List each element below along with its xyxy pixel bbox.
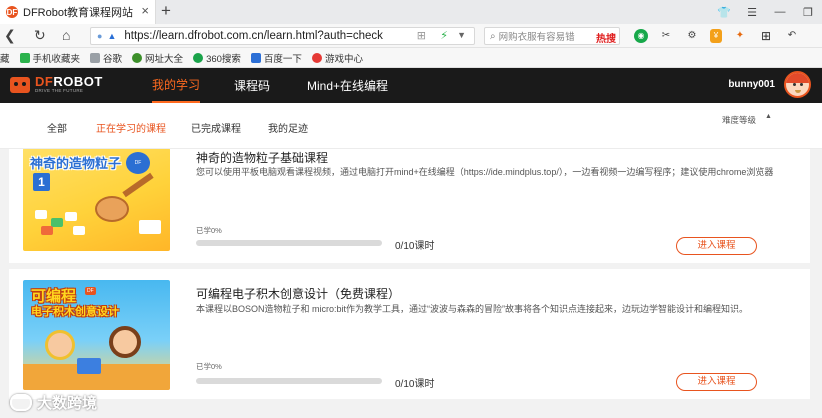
tab-all[interactable]: 全部 — [47, 120, 67, 135]
extension-icons: ◉ ✂ ⚙ ¥ ✦ ⊞ ↶ — [634, 27, 810, 45]
progress-bar — [196, 240, 382, 246]
sort-difficulty[interactable]: 难度等级 — [722, 114, 756, 126]
360-icon — [193, 52, 204, 63]
search-input[interactable]: 网购衣服有容易错 — [499, 29, 575, 43]
globe-icon — [132, 52, 143, 63]
logo-wordmark: DFROBOT — [35, 74, 103, 89]
watermark-logo-icon — [10, 394, 32, 411]
guitar-illustration-icon — [95, 196, 129, 222]
url-text[interactable]: https://learn.dfrobot.com.cn/learn.html?… — [124, 30, 383, 42]
nav-my-learning[interactable]: 我的学习 — [152, 68, 201, 103]
course-filter-bar: 全部 正在学习的课程 已完成课程 我的足迹 难度等级 ▲ — [0, 103, 822, 149]
lesson-count: 0/10课时 — [395, 241, 435, 252]
refresh-icon[interactable]: ↻ — [34, 27, 46, 44]
window-controls: 👕 ☰ — ❐ — [710, 0, 822, 24]
thumbnail-badge-icon: DF — [126, 152, 150, 174]
browser-toolbar: ❮ ↻ ⌂ ● ▲ https://learn.dfrobot.com.cn/l… — [0, 24, 822, 48]
nav-mindplus-online[interactable]: Mind+在线编程 — [307, 68, 388, 103]
username[interactable]: bunny001 — [728, 79, 775, 90]
thumbnail-title: 神奇的造物粒子 — [30, 156, 122, 171]
enter-course-button[interactable]: 进入课程 — [676, 237, 757, 255]
watermark-text: 大数跨境 — [37, 395, 98, 412]
course-description: 您可以使用平板电脑观看课程视频，通过电脑打开mind+在线编程（https://… — [196, 167, 774, 177]
kid-illustration-icon — [45, 330, 75, 360]
course-title[interactable]: 可编程电子积木创意设计（免费课程） — [196, 285, 400, 302]
blocks-illustration-icon — [35, 210, 90, 238]
bookmark-item[interactable]: 游戏中心 — [311, 51, 363, 65]
course-list: 神奇的造物粒子 1 DF 神奇的造物粒子基础课程 您可以使用平板电脑观看课程视频… — [0, 149, 822, 418]
thumbnail-number: 1 — [33, 173, 50, 191]
close-tab-icon[interactable]: × — [141, 3, 149, 18]
restore-icon[interactable]: ❐ — [794, 6, 822, 19]
coin-icon[interactable]: ¥ — [710, 29, 722, 43]
hot-search-label[interactable]: 热搜 — [596, 30, 616, 45]
bookmark-item[interactable]: 360搜索 — [193, 51, 241, 65]
green-circle-icon[interactable]: ◉ — [634, 29, 648, 43]
phone-icon — [19, 52, 30, 63]
nav-course-code[interactable]: 课程码 — [234, 68, 270, 103]
bookmark-item[interactable]: 藏 — [0, 51, 10, 65]
search-box[interactable]: ⌕ 网购衣服有容易错 热搜 — [484, 27, 620, 45]
course-title[interactable]: 神奇的造物粒子基础课程 — [196, 149, 328, 166]
bookmark-item[interactable]: 谷歌 — [90, 51, 122, 65]
minimize-icon[interactable]: — — [766, 6, 794, 18]
mouse-icon[interactable]: ✦ — [732, 28, 748, 44]
sort-arrow-icon[interactable]: ▲ — [765, 113, 772, 120]
course-card: 可编程 DF 电子积木创意设计 可编程电子积木创意设计（免费课程） 本课程以BO… — [9, 269, 810, 399]
address-bar[interactable]: ● ▲ https://learn.dfrobot.com.cn/learn.h… — [90, 27, 475, 45]
bookmark-item[interactable]: 网址大全 — [132, 51, 183, 65]
course-card: 神奇的造物粒子 1 DF 神奇的造物粒子基础课程 您可以使用平板电脑观看课程视频… — [9, 149, 810, 263]
thumbnail-subtitle: 电子积木创意设计 — [31, 306, 119, 318]
lightning-icon[interactable]: ⚡ — [440, 29, 448, 42]
grid-icon[interactable]: ⊞ — [417, 29, 426, 42]
bookmarks-bar: 藏 手机收藏夹 谷歌 网址大全 360搜索 百度一下 游戏中心 — [0, 48, 822, 68]
scissors-icon[interactable]: ✂ — [658, 28, 674, 44]
enter-course-button[interactable]: 进入课程 — [676, 373, 757, 391]
laptop-illustration-icon — [77, 358, 101, 374]
undo-icon[interactable]: ↶ — [784, 28, 800, 44]
watermark: 大数跨境 — [10, 392, 97, 413]
learned-percent: 已学0% — [196, 362, 222, 371]
course-description: 本课程以BOSON造物粒子和 micro:bit作为教学工具，通过“波波与森森的… — [196, 304, 749, 314]
home-icon[interactable]: ⌂ — [62, 27, 70, 43]
back-icon[interactable]: ❮ — [4, 27, 16, 44]
menu-icon[interactable]: ☰ — [738, 6, 766, 19]
browser-tab-strip: DF DFRobot教育课程网站 × + 👕 ☰ — ❐ — [0, 0, 822, 24]
bookmark-item[interactable]: 手机收藏夹 — [19, 51, 80, 65]
search-icon[interactable]: ⌕ — [490, 31, 496, 42]
learned-percent: 已学0% — [196, 226, 222, 235]
paw-icon — [250, 52, 261, 63]
shirt-icon[interactable]: 👕 — [710, 6, 738, 19]
site-info-icon[interactable]: ● — [97, 31, 102, 41]
tab-footprint[interactable]: 我的足迹 — [268, 120, 308, 135]
progress-bar — [196, 378, 382, 384]
thumbnail-badge-icon: DF — [85, 287, 96, 295]
bookmark-item[interactable]: 百度一下 — [250, 51, 302, 65]
kid-illustration-icon — [109, 326, 141, 358]
chevron-down-icon[interactable]: ▼ — [457, 30, 466, 40]
lesson-count: 0/10课时 — [395, 379, 435, 390]
apps-grid-icon[interactable]: ⊞ — [758, 28, 774, 44]
course-thumbnail[interactable]: 可编程 DF 电子积木创意设计 — [23, 280, 170, 390]
tab-title: DFRobot教育课程网站 — [23, 7, 134, 19]
doc-icon — [90, 52, 101, 63]
avatar[interactable] — [784, 71, 811, 98]
site-header: DFROBOT DRIVE THE FUTURE 我的学习 课程码 Mind+在… — [0, 68, 822, 103]
game-icon — [311, 52, 322, 63]
tab-completed[interactable]: 已完成课程 — [191, 120, 241, 135]
dfrobot-logo[interactable]: DFROBOT DRIVE THE FUTURE — [10, 74, 103, 93]
new-tab-icon[interactable]: + — [161, 1, 171, 21]
browser-tab[interactable]: DF DFRobot教育课程网站 × — [0, 0, 156, 24]
robot-logo-icon — [10, 76, 30, 93]
dfrobot-favicon-icon: DF — [6, 6, 18, 18]
tab-in-progress[interactable]: 正在学习的课程 — [96, 120, 166, 135]
security-icon[interactable]: ▲ — [107, 31, 116, 41]
course-thumbnail[interactable]: 神奇的造物粒子 1 DF — [23, 149, 170, 251]
tools-icon[interactable]: ⚙ — [684, 28, 700, 44]
